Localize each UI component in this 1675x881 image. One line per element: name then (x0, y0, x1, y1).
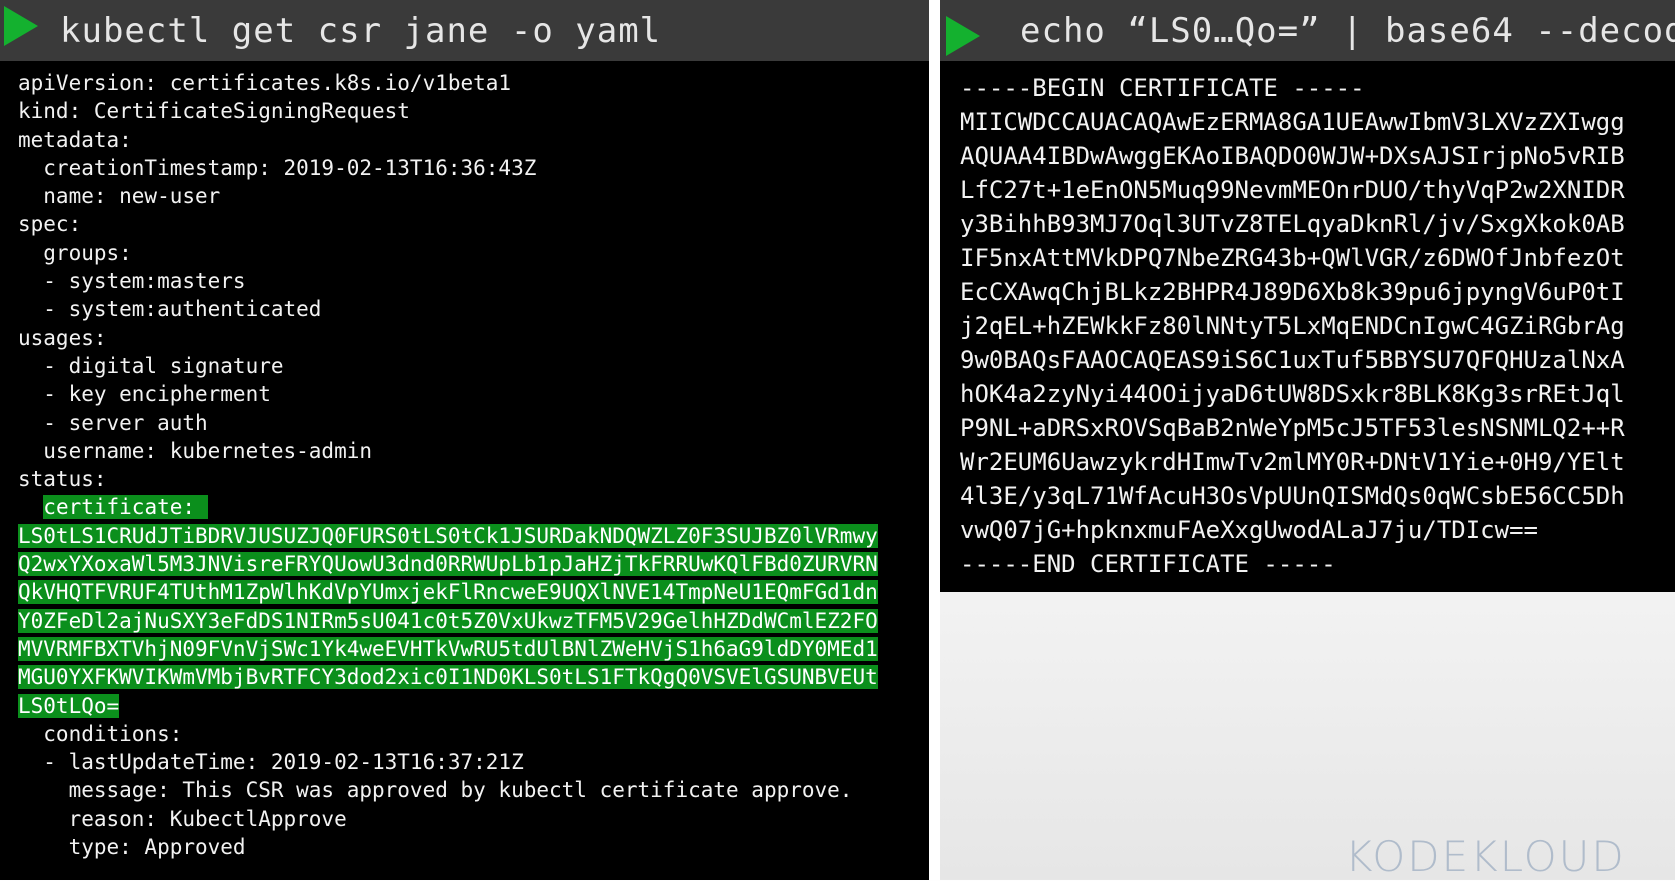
yaml-line: groups: (18, 240, 132, 265)
play-icon[interactable] (946, 16, 980, 56)
yaml-line: - lastUpdateTime: 2019-02-13T16:37:21Z (18, 750, 524, 775)
certificate-pem-line: IF5nxAttMVkDPQ7NbeZRG43b+QWlVGR/z6DWOfJn… (960, 244, 1625, 272)
yaml-line: spec: (18, 212, 82, 237)
yaml-line: kind: CertificateSigningRequest (18, 99, 410, 124)
panel-divider (929, 0, 940, 880)
yaml-line: - key encipherment (18, 382, 271, 407)
yaml-line: username: kubernetes-admin (18, 438, 373, 463)
certificate-value: Y0ZFeDl2ajNuSXY3eFdDS1NIRm5sU041c0t5Z0Vx… (18, 608, 878, 633)
yaml-line: conditions: (18, 721, 183, 746)
certificate-pem-line: MIICWDCCAUACAQAwEzERMA8GA1UEAwwIbmV3LXVz… (960, 108, 1625, 136)
yaml-line: status: (18, 467, 107, 492)
left-terminal-panel: kubectl get csr jane -o yaml apiVersion:… (0, 0, 929, 880)
certificate-value-line: LS0tLQo= (18, 692, 929, 720)
certificate-value-line: Q2wxYXoxaWl5M3JNVisreFRYQUowU3dnd0RRWUpL… (18, 550, 929, 578)
yaml-line: type: Approved (18, 835, 246, 860)
certificate-pem-line: EcCXAwqChjBLkz2BHPR4J89D6Xb8k39pu6jpyngV… (960, 278, 1625, 306)
certificate-pem-line: AQUAA4IBDwAwggEKAoIBAQDO0WJW+DXsAJSIrjpN… (960, 142, 1625, 170)
certificate-value: MGU0YXFKWVIKWmVMbjBvRTFCY3dod2xic0I1ND0K… (18, 665, 878, 690)
left-terminal-title-bar: kubectl get csr jane -o yaml (0, 0, 929, 61)
certificate-key-line: certificate: (18, 493, 929, 521)
certificate-value-line: MVVRMFBXTVhjN09FVnVjSWc1Yk4weEVHTkVwRU5t… (18, 635, 929, 663)
yaml-line: creationTimestamp: 2019-02-13T16:36:43Z (18, 155, 537, 180)
certificate-value: Q2wxYXoxaWl5M3JNVisreFRYQUowU3dnd0RRWUpL… (18, 552, 878, 577)
right-command-text: echo “LS0…Qo=” | base64 --decode (1020, 11, 1675, 51)
yaml-line: - digital signature (18, 353, 284, 378)
yaml-line: - system:masters (18, 269, 246, 294)
certificate-pem-line: -----END CERTIFICATE ----- (960, 550, 1336, 578)
yaml-line: message: This CSR was approved by kubect… (18, 778, 853, 803)
certificate-pem-line: Wr2EUM6UawzykrdHImwTv2mlMY0R+DNtV1Yie+0H… (960, 448, 1625, 476)
certificate-value: QkVHQTFVRUF4TUthM1ZpWlhKdVpYUmxjekFlRncw… (18, 580, 878, 605)
certificate-value: MVVRMFBXTVhjN09FVnVjSWc1Yk4weEVHTkVwRU5t… (18, 636, 878, 661)
yaml-line: - system:authenticated (18, 297, 322, 322)
yaml-line: apiVersion: certificates.k8s.io/v1beta1 (18, 71, 512, 95)
certificate-key: certificate: (43, 495, 208, 520)
yaml-line: reason: KubectlApprove (18, 806, 347, 831)
certificate-pem-line: 4l3E/y3qL71WfAcuH3OsVpUUnQISMdQs0qWCsbE5… (960, 482, 1625, 510)
yaml-line: metadata: (18, 127, 132, 152)
left-command-text: kubectl get csr jane -o yaml (60, 11, 662, 51)
kodekloud-logo: KODEKLOUD (1345, 832, 1626, 881)
left-terminal-output: apiVersion: certificates.k8s.io/v1beta1 k… (0, 61, 929, 880)
certificate-pem-line: hOK4a2zyNyi44OOijyaD6tUW8DSxkr8BLK8Kg3sr… (960, 380, 1625, 408)
certificate-value-line: QkVHQTFVRUF4TUthM1ZpWlhKdVpYUmxjekFlRncw… (18, 578, 929, 606)
certificate-pem-line: vwQ07jG+hpknxmuFAeXxgUwodALaJ7ju/TDIcw== (960, 516, 1538, 544)
right-terminal-output: -----BEGIN CERTIFICATE ----- MIICWDCCAUAC… (940, 61, 1675, 592)
play-icon[interactable] (4, 6, 38, 46)
certificate-value: LS0tLS1CRUdJTiBDRVJUSUZJQ0FURS0tLS0tCk1J… (18, 523, 878, 548)
certificate-value-line: Y0ZFeDl2ajNuSXY3eFdDS1NIRm5sU041c0t5Z0Vx… (18, 607, 929, 635)
yaml-line: usages: (18, 325, 107, 350)
yaml-line: - server auth (18, 410, 208, 435)
certificate-pem-line: LfC27t+1eEnON5Muq99NevmMEOnrDUO/thyVqP2w… (960, 176, 1625, 204)
certificate-value-line: LS0tLS1CRUdJTiBDRVJUSUZJQ0FURS0tLS0tCk1J… (18, 522, 929, 550)
right-terminal-title-bar: echo “LS0…Qo=” | base64 --decode (940, 0, 1675, 61)
certificate-pem-line: 9w0BAQsFAAOCAQEAS9iS6C1uxTuf5BBYSU7QFQHU… (960, 346, 1625, 374)
right-terminal-panel: echo “LS0…Qo=” | base64 --decode -----BE… (940, 0, 1675, 592)
certificate-pem-line: -----BEGIN CERTIFICATE ----- (960, 74, 1365, 102)
yaml-line: name: new-user (18, 184, 221, 209)
certificate-value-line: MGU0YXFKWVIKWmVMbjBvRTFCY3dod2xic0I1ND0K… (18, 663, 929, 691)
certificate-pem-line: j2qEL+hZEWkkFz80lNNtyT5LxMqENDCnIgwC4GZi… (960, 312, 1625, 340)
certificate-value: LS0tLQo= (18, 693, 120, 718)
certificate-pem-line: P9NL+aDRSxROVSqBaB2nWeYpM5cJ5TF53lesNSNM… (960, 414, 1625, 442)
certificate-pem-line: y3BihhB93MJ7Oql3UTvZ8TELqyaDknRl/jv/SxgX… (960, 210, 1625, 238)
